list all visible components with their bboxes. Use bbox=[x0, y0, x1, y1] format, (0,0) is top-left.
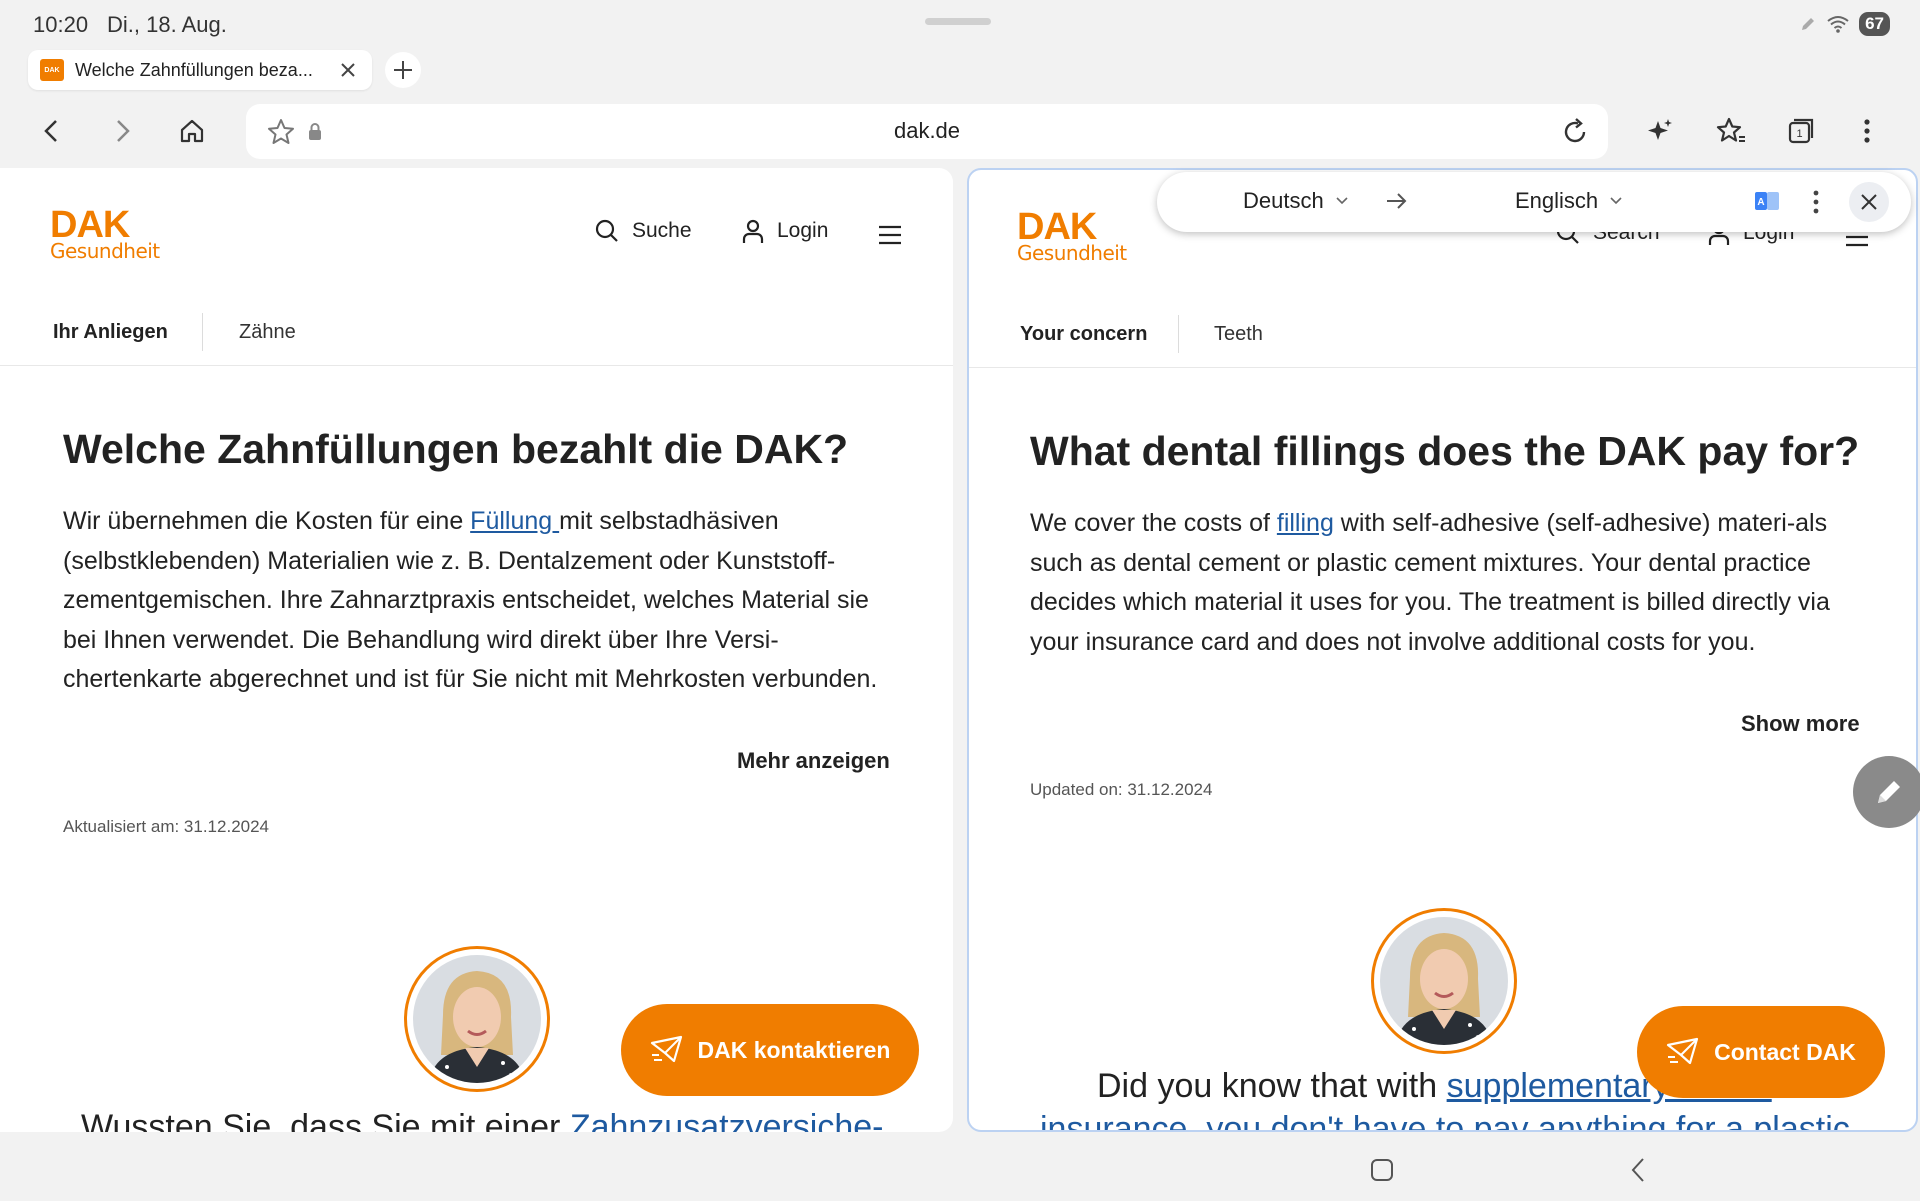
battery-indicator: 67 bbox=[1859, 12, 1890, 36]
breadcrumb-second[interactable]: Teeth bbox=[1214, 323, 1263, 346]
forward-icon bbox=[117, 120, 130, 142]
contact-button-label: DAK kontaktieren bbox=[697, 1036, 891, 1063]
ai-assist-button[interactable] bbox=[1636, 107, 1684, 155]
intro-paragraph: Wir übernehmen die Kosten für eine Füllu… bbox=[63, 502, 893, 700]
login-link[interactable]: Login bbox=[741, 218, 828, 244]
browser-tab[interactable]: DAK Welche Zahnfüllungen beza... bbox=[28, 50, 372, 90]
plus-icon bbox=[394, 61, 412, 79]
wifi-icon bbox=[1827, 15, 1849, 33]
advisor-avatar bbox=[404, 946, 550, 1092]
breadcrumb-first[interactable]: Your concern bbox=[1020, 323, 1147, 346]
contact-dak-button-translated[interactable]: Contact DAK bbox=[1637, 1006, 1885, 1098]
forward-button[interactable] bbox=[98, 107, 146, 155]
url-text: dak.de bbox=[893, 118, 961, 143]
recents-icon[interactable] bbox=[1370, 1158, 1394, 1182]
zahnzusatz-link[interactable]: Zahnzusatzversiche- bbox=[570, 1108, 884, 1132]
tabs-button[interactable]: 1 bbox=[1777, 107, 1825, 155]
show-more-button[interactable]: Mehr anzeigen bbox=[737, 748, 890, 774]
svg-text:A: A bbox=[1757, 197, 1764, 208]
tab-title: Welche Zahnfüllungen beza... bbox=[75, 59, 313, 80]
send-icon bbox=[650, 1035, 682, 1063]
breadcrumb: Ihr Anliegen Zähne bbox=[0, 295, 953, 366]
source-language: Deutsch bbox=[1243, 188, 1324, 213]
back-button[interactable] bbox=[28, 107, 76, 155]
close-icon bbox=[1861, 194, 1877, 210]
send-icon bbox=[1666, 1037, 1699, 1065]
bookmarks-button[interactable] bbox=[1707, 107, 1755, 155]
advisor-avatar-translated bbox=[1371, 908, 1517, 1054]
status-date: Di., 18. Aug. bbox=[107, 12, 227, 37]
dak-logo-translated[interactable]: DAK Gesundheit bbox=[1017, 206, 1127, 265]
source-language-select[interactable]: Deutsch bbox=[1243, 188, 1348, 214]
tabs-icon: 1 bbox=[1788, 118, 1814, 144]
intro-paragraph-translated: We cover the costs of filling with self-… bbox=[1030, 504, 1860, 662]
search-link[interactable]: Suche bbox=[594, 218, 692, 244]
logo-main: DAK bbox=[1017, 206, 1097, 248]
sparkle-icon bbox=[1648, 119, 1672, 140]
paragraph-text: We cover the costs of bbox=[1030, 509, 1277, 537]
close-icon[interactable] bbox=[336, 58, 360, 82]
updated-date-translated: Updated on: 31.12.2024 bbox=[1030, 780, 1213, 799]
nav-back-icon[interactable] bbox=[1630, 1157, 1646, 1183]
home-icon bbox=[180, 119, 204, 143]
status-icons: 67 bbox=[1799, 12, 1890, 36]
translated-page-pane[interactable]: DAK Gesundheit Search Login Your concern… bbox=[967, 168, 1918, 1132]
reload-icon[interactable] bbox=[1559, 116, 1591, 148]
edit-icon bbox=[1878, 781, 1900, 803]
pen-icon bbox=[1799, 15, 1817, 33]
edit-floating-button[interactable] bbox=[1853, 756, 1920, 828]
breadcrumb-translated: Your concern Teeth bbox=[969, 297, 1916, 368]
logo-sub: Gesundheit bbox=[50, 239, 160, 263]
menu-icon[interactable] bbox=[877, 225, 903, 245]
login-label: Login bbox=[777, 219, 829, 242]
more-icon[interactable] bbox=[1813, 189, 1819, 215]
fuellung-link[interactable]: Füllung bbox=[470, 507, 559, 535]
system-navigation-bar bbox=[0, 1132, 1920, 1201]
breadcrumb-divider bbox=[1178, 315, 1179, 353]
address-bar[interactable]: dak.de bbox=[246, 104, 1608, 159]
original-page-pane[interactable]: DAK Gesundheit Suche Login Ihr Anliegen … bbox=[0, 168, 953, 1132]
target-language-select[interactable]: Englisch bbox=[1515, 188, 1622, 214]
paragraph-text: Wir übernehmen die Kosten für eine bbox=[63, 507, 471, 535]
logo-sub: Gesundheit bbox=[1017, 241, 1127, 265]
status-time: 10:20 bbox=[33, 12, 89, 37]
multiwindow-handle[interactable] bbox=[925, 18, 991, 25]
search-label: Suche bbox=[632, 219, 692, 242]
translation-bar: Deutsch Englisch A bbox=[1157, 172, 1911, 232]
home-button[interactable] bbox=[168, 107, 216, 155]
chevron-down-icon bbox=[1336, 197, 1348, 205]
breadcrumb-divider bbox=[202, 313, 203, 351]
bookmarks-icon bbox=[1716, 117, 1745, 142]
svg-text:1: 1 bbox=[1796, 128, 1802, 140]
arrow-right-icon bbox=[1385, 190, 1409, 212]
breadcrumb-first[interactable]: Ihr Anliegen bbox=[53, 321, 168, 344]
logo-main: DAK bbox=[50, 204, 130, 246]
search-icon bbox=[595, 219, 618, 242]
page-title-translated: What dental fillings does the DAK pay fo… bbox=[1030, 428, 1860, 474]
close-translation-button[interactable] bbox=[1849, 182, 1889, 222]
show-more-button-translated[interactable]: Show more bbox=[1741, 711, 1860, 737]
more-icon bbox=[1864, 119, 1870, 143]
back-icon bbox=[44, 120, 57, 142]
contact-dak-button[interactable]: DAK kontaktieren bbox=[621, 1004, 919, 1096]
filling-link[interactable]: filling bbox=[1277, 509, 1334, 537]
teaser-text-line2: insurance, you don't have to pay anythin… bbox=[1040, 1110, 1850, 1130]
user-icon bbox=[742, 219, 764, 243]
breadcrumb-second[interactable]: Zähne bbox=[239, 321, 296, 344]
dak-logo[interactable]: DAK Gesundheit bbox=[50, 204, 160, 263]
chevron-down-icon bbox=[1610, 197, 1622, 205]
page-title: Welche Zahnfüllungen bezahlt die DAK? bbox=[63, 426, 849, 472]
updated-date: Aktualisiert am: 31.12.2024 bbox=[63, 817, 270, 836]
more-menu-button[interactable] bbox=[1843, 107, 1891, 155]
teaser-line2[interactable]: insurance, you don't have to pay anythin… bbox=[1040, 1110, 1850, 1130]
teaser-text-start: Did you know that with bbox=[1097, 1067, 1447, 1105]
dak-favicon: DAK bbox=[40, 59, 64, 81]
teaser-text-start: Wussten Sie, dass Sie mit einer bbox=[81, 1108, 570, 1132]
new-tab-button[interactable] bbox=[385, 52, 421, 88]
contact-button-label: Contact DAK bbox=[1714, 1038, 1856, 1065]
target-language: Englisch bbox=[1515, 188, 1599, 213]
teaser-text: Wussten Sie, dass Sie mit einer Zahnzusa… bbox=[81, 1108, 884, 1132]
translate-icon[interactable]: A bbox=[1754, 189, 1780, 215]
